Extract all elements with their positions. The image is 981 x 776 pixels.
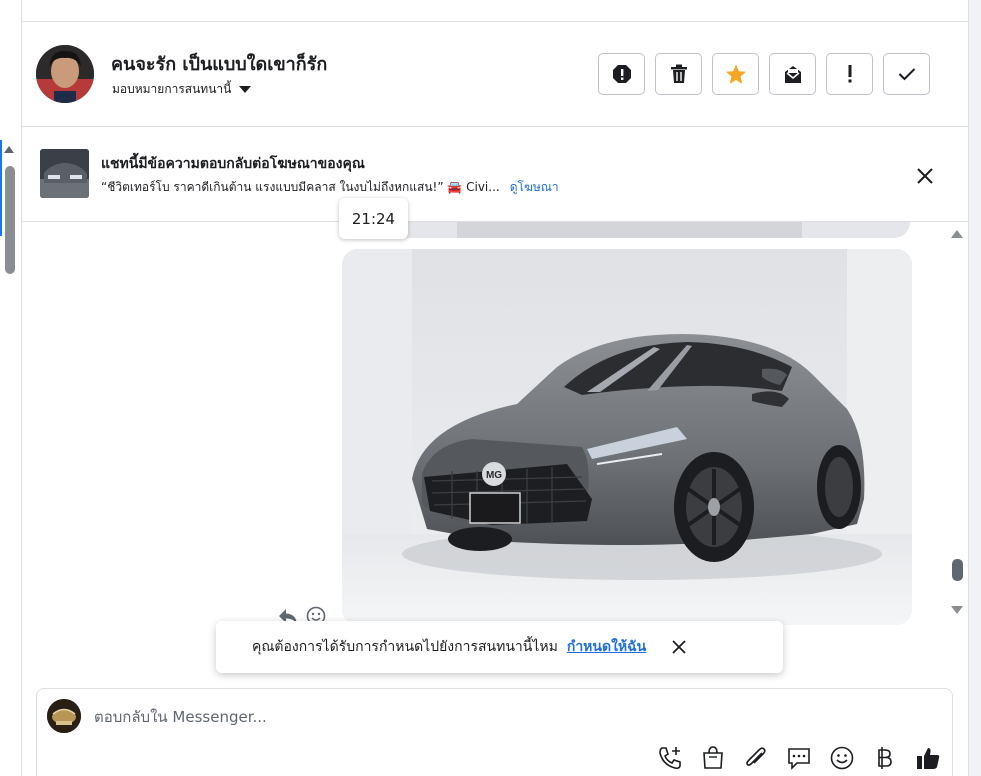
ad-banner-line: “ชีวิตเทอร์โบ ราคาดีเกินต้าน แรงแบบมีคลา… bbox=[101, 178, 559, 197]
trash-icon bbox=[670, 64, 688, 84]
inbox-conversation-view: คนจะรัก เป็นแบบใดเขาก็รัก มอบหมายการสนทน… bbox=[0, 0, 981, 776]
assign-conversation-dropdown[interactable]: มอบหมายการสนทนานี้ bbox=[112, 80, 252, 99]
svg-text:MG: MG bbox=[486, 470, 502, 481]
star-icon bbox=[725, 64, 747, 85]
attachment-icon[interactable] bbox=[743, 745, 769, 771]
mark-unread-icon bbox=[783, 64, 803, 84]
message-composer bbox=[36, 688, 953, 776]
composer-toolbar bbox=[657, 745, 941, 771]
assign-to-me-prompt: คุณต้องการได้รับการกำหนดไปยังการสนทนานี้… bbox=[216, 621, 783, 673]
star-button[interactable] bbox=[712, 53, 759, 95]
assign-to-me-link[interactable]: กำหนดให้ฉัน bbox=[567, 636, 646, 658]
selection-indicator bbox=[0, 140, 2, 236]
emoji-icon[interactable] bbox=[829, 745, 855, 771]
ad-thumbnail[interactable] bbox=[40, 149, 89, 198]
close-icon[interactable] bbox=[671, 639, 687, 655]
call-add-icon[interactable] bbox=[657, 745, 683, 771]
previous-image-attachment[interactable] bbox=[342, 222, 910, 238]
reply-input[interactable] bbox=[94, 706, 914, 728]
left-panel-edge bbox=[0, 0, 22, 776]
thumbs-up-icon[interactable] bbox=[915, 745, 941, 771]
mark-done-button[interactable] bbox=[883, 53, 930, 95]
chat-scrollbar-thumb[interactable] bbox=[952, 559, 963, 581]
message-timestamp-tooltip: 21:24 bbox=[339, 198, 408, 239]
right-gutter bbox=[968, 0, 981, 776]
shopping-bag-icon[interactable] bbox=[700, 745, 726, 771]
left-scrollbar-thumb[interactable] bbox=[5, 166, 15, 274]
chat-scroll-down-arrow-icon[interactable] bbox=[951, 606, 963, 614]
mark-unread-button[interactable] bbox=[769, 53, 816, 95]
conversation-toolbar bbox=[598, 53, 930, 95]
message-thread[interactable]: MG bbox=[22, 222, 968, 687]
report-spam-button[interactable] bbox=[598, 53, 645, 95]
left-scroll-up-arrow-icon[interactable] bbox=[4, 146, 14, 153]
ad-reply-banner: แชทนี้มีข้อความตอบกลับต่อโฆษณาของคุณ “ชี… bbox=[22, 127, 968, 222]
chevron-down-icon bbox=[239, 86, 252, 93]
assign-prompt-text: คุณต้องการได้รับการกำหนดไปยังการสนทนานี้… bbox=[252, 639, 558, 655]
car-photo-attachment[interactable]: MG bbox=[342, 249, 912, 625]
top-strip bbox=[22, 0, 968, 22]
assign-label: มอบหมายการสนทนานี้ bbox=[112, 82, 232, 96]
ad-quote: “ชีวิตเทอร์โบ ราคาดีเกินต้าน แรงแบบมีคลา… bbox=[101, 180, 500, 194]
follow-up-button[interactable] bbox=[826, 53, 873, 95]
contact-name: คนจะรัก เป็นแบบใดเขาก็รัก bbox=[111, 54, 328, 75]
ad-banner-title: แชทนี้มีข้อความตอบกลับต่อโฆษณาของคุณ bbox=[101, 156, 365, 172]
page-avatar bbox=[47, 699, 81, 733]
baht-icon[interactable] bbox=[872, 745, 898, 771]
contact-avatar[interactable] bbox=[36, 45, 94, 103]
alert-icon bbox=[612, 64, 632, 84]
check-icon bbox=[898, 67, 916, 81]
view-ad-link[interactable]: ดูโฆษณา bbox=[510, 178, 559, 197]
close-icon[interactable] bbox=[914, 165, 936, 187]
exclamation-icon bbox=[847, 64, 853, 84]
delete-button[interactable] bbox=[655, 53, 702, 95]
chat-scroll-up-arrow-icon[interactable] bbox=[951, 230, 963, 238]
conversation-header: คนจะรัก เป็นแบบใดเขาก็รัก มอบหมายการสนทน… bbox=[22, 22, 968, 127]
saved-reply-icon[interactable] bbox=[786, 745, 812, 771]
